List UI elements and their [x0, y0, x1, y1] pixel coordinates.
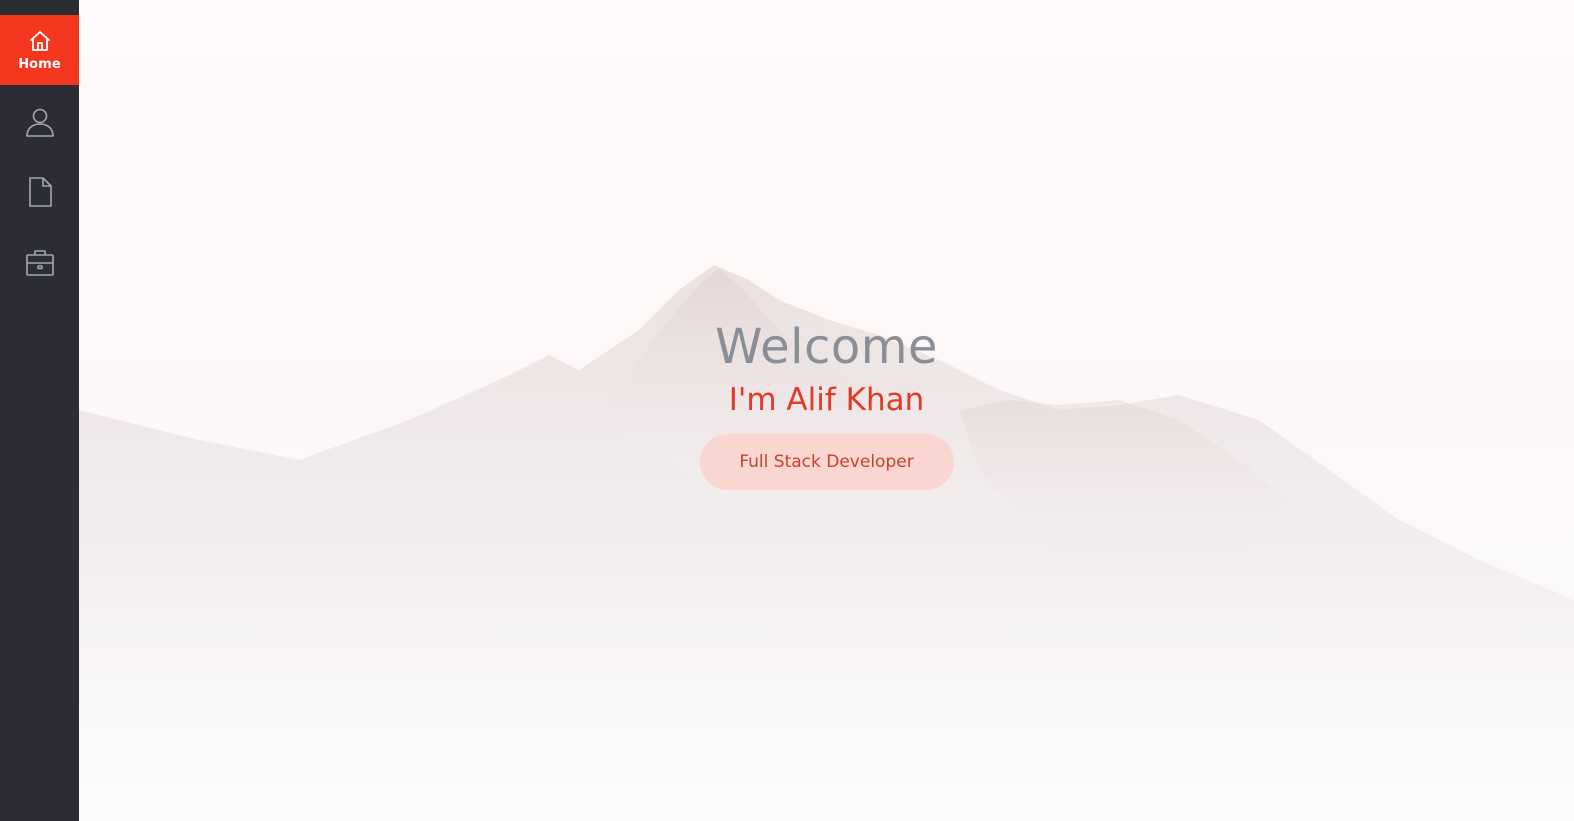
- user-icon: [23, 105, 57, 139]
- welcome-heading: Welcome: [714, 319, 939, 375]
- sidebar: Home: [0, 0, 79, 821]
- name-heading: I'm Alif Khan: [728, 382, 925, 418]
- nav-item-home-label: Home: [18, 57, 61, 72]
- home-icon: [27, 28, 53, 54]
- document-icon: [23, 175, 57, 209]
- nav-item-home[interactable]: Home: [0, 15, 79, 85]
- nav-item-portfolio[interactable]: [0, 227, 79, 297]
- briefcase-icon: [23, 245, 57, 279]
- role-badge: Full Stack Developer: [699, 434, 954, 490]
- nav-item-about[interactable]: [0, 87, 79, 157]
- nav-item-resume[interactable]: [0, 157, 79, 227]
- hero-section: Welcome I'm Alif Khan Full Stack Develop…: [79, 0, 1574, 821]
- hero-content: Welcome I'm Alif Khan Full Stack Develop…: [79, 318, 1574, 490]
